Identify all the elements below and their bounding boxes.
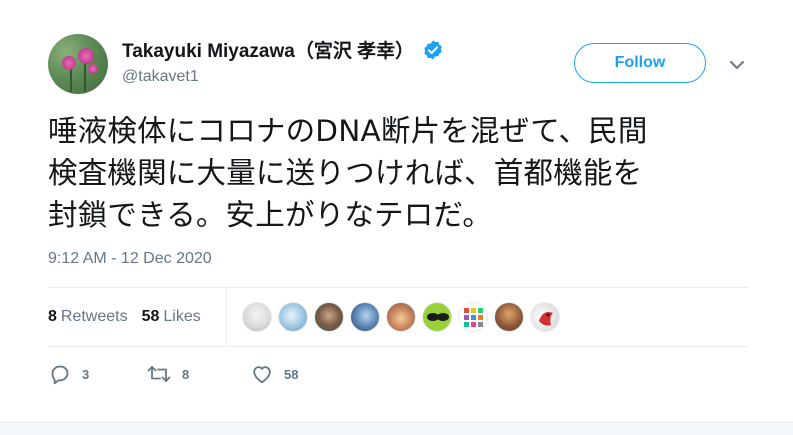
- liker-avatar[interactable]: [242, 302, 272, 332]
- liker-avatar[interactable]: [386, 302, 416, 332]
- reply-icon[interactable]: [48, 362, 72, 386]
- likes-count: 58: [141, 308, 160, 325]
- parrot-icon: [539, 312, 553, 326]
- author-handle[interactable]: @takavet1: [122, 68, 199, 86]
- reply-action[interactable]: 3: [48, 362, 146, 386]
- stats-separator: [226, 288, 227, 346]
- author-display-name[interactable]: Takayuki Miyazawa（宮沢 孝幸）: [122, 36, 414, 63]
- reply-count: 3: [82, 366, 90, 382]
- retweet-action[interactable]: 8: [146, 362, 250, 386]
- tweet-actions: 3 8 58: [48, 362, 298, 386]
- likes-label: Likes: [163, 308, 201, 325]
- retweets-label: Retweets: [60, 308, 128, 325]
- tweet-timestamp[interactable]: 9:12 AM - 12 Dec 2020: [48, 250, 212, 268]
- page-footer-band: [0, 422, 793, 435]
- retweets-count: 8: [48, 308, 57, 325]
- follow-button[interactable]: Follow: [574, 43, 706, 83]
- retweet-count: 8: [182, 366, 190, 382]
- liker-avatars: [242, 302, 566, 332]
- liker-avatar[interactable]: [530, 302, 560, 332]
- tweet-text: 唾液検体にコロナのDNA断片を混ぜて、民間 検査機関に大量に送りつければ、首都機…: [48, 110, 748, 236]
- tweet-text-line: 唾液検体にコロナのDNA断片を混ぜて、民間: [48, 114, 648, 148]
- liker-avatar[interactable]: [422, 302, 452, 332]
- like-count: 58: [284, 366, 299, 382]
- likes-stat[interactable]: 58 Likes: [142, 308, 201, 326]
- like-action[interactable]: 58: [250, 362, 298, 386]
- liker-avatar[interactable]: [314, 302, 344, 332]
- avatar-flower: [78, 48, 94, 64]
- liker-avatar[interactable]: [350, 302, 380, 332]
- chevron-down-icon[interactable]: [728, 58, 746, 72]
- retweet-icon[interactable]: [146, 362, 172, 386]
- stats-row: 8 Retweets 58 Likes: [48, 288, 748, 346]
- liker-avatar[interactable]: [494, 302, 524, 332]
- avatar-flower: [88, 64, 98, 74]
- tweet-card: Takayuki Miyazawa（宮沢 孝幸） @takavet1 Follo…: [0, 0, 793, 422]
- divider: [48, 346, 748, 347]
- liker-avatar[interactable]: [278, 302, 308, 332]
- like-icon[interactable]: [250, 362, 274, 386]
- grid-icon: [464, 308, 483, 327]
- tweet-text-line: 検査機関に大量に送りつければ、首都機能を: [48, 156, 643, 190]
- avatar-flower: [62, 56, 76, 70]
- sunglasses-icon: [427, 313, 449, 321]
- avatar[interactable]: [48, 34, 108, 94]
- author-name-row[interactable]: Takayuki Miyazawa（宮沢 孝幸）: [122, 36, 444, 63]
- liker-avatar[interactable]: [458, 302, 488, 332]
- tweet-text-line: 封鎖できる。安上がりなテロだ。: [48, 198, 493, 232]
- retweets-stat[interactable]: 8 Retweets: [48, 308, 128, 326]
- verified-icon: [422, 39, 444, 61]
